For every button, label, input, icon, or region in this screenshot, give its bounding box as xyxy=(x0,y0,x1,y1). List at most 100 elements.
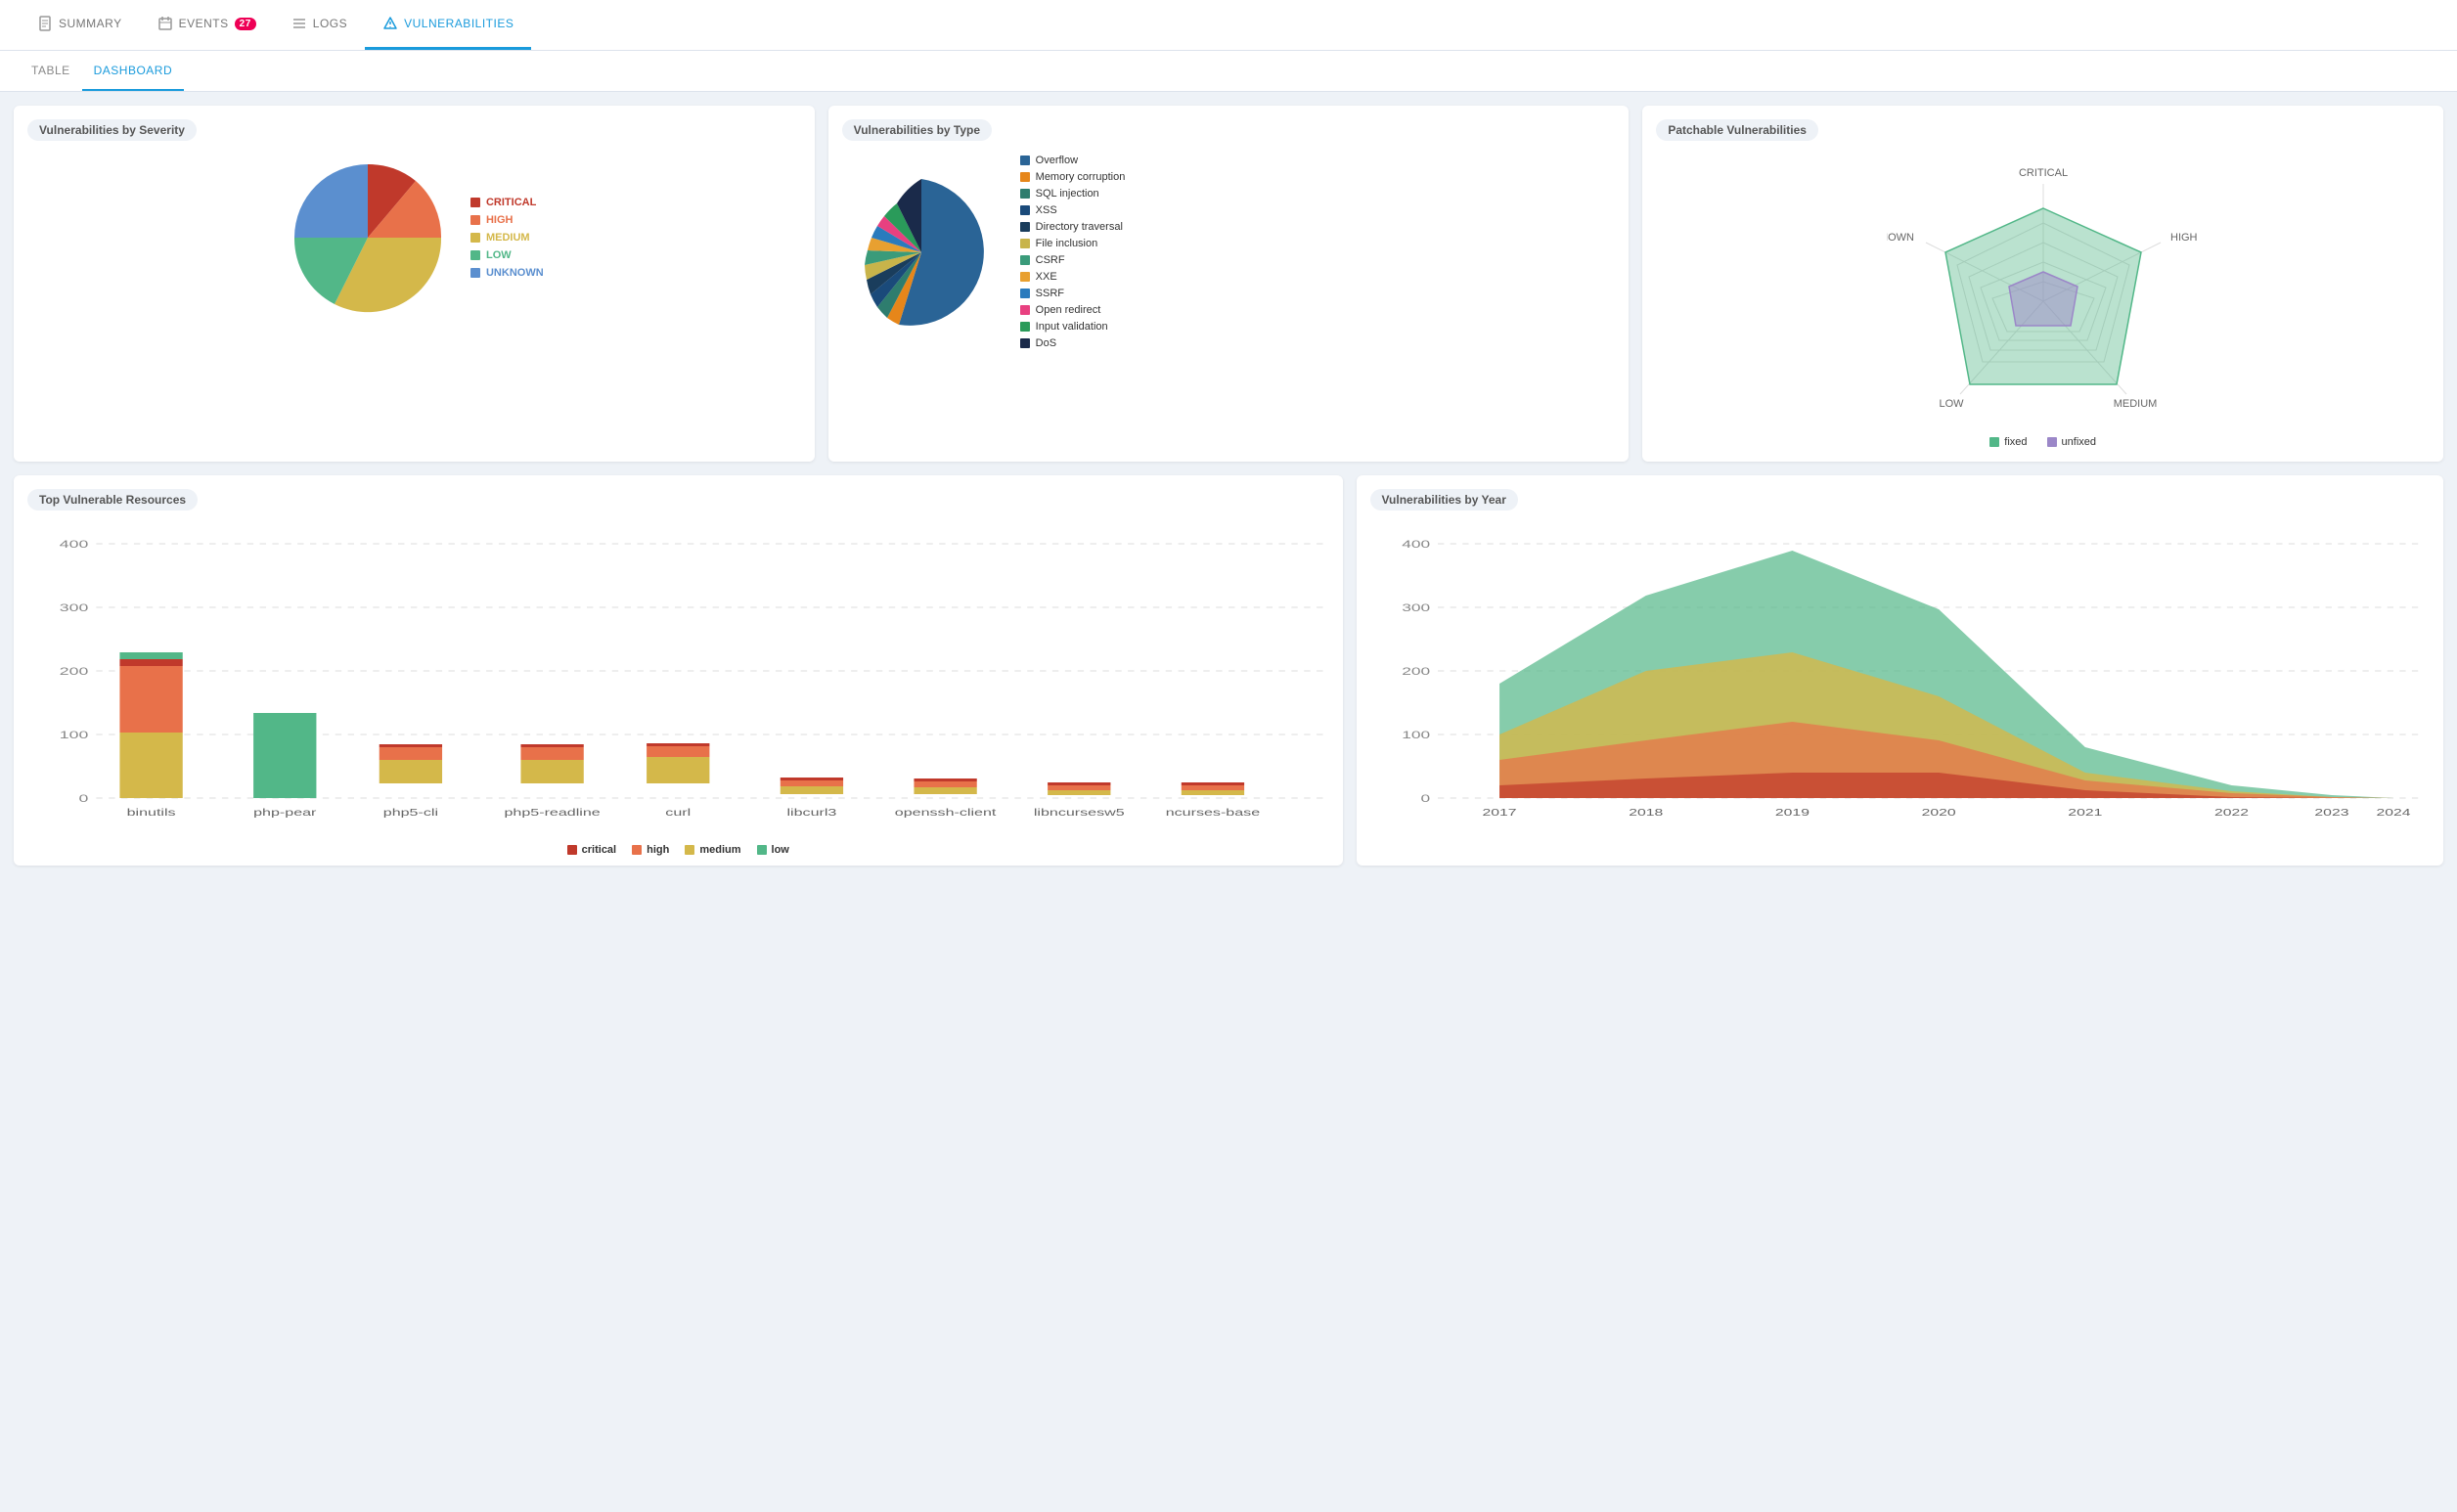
critical-bar-label: critical xyxy=(582,844,616,856)
svg-text:LOW: LOW xyxy=(1939,398,1964,410)
list-icon xyxy=(291,16,307,31)
legend-critical-bar: critical xyxy=(567,844,616,856)
svg-text:openssh-client: openssh-client xyxy=(895,807,997,818)
svg-text:2024: 2024 xyxy=(2376,807,2410,818)
bar-chart: 400 300 200 100 0 xyxy=(33,524,1323,837)
by-year-card: Vulnerabilities by Year 400 300 200 100 … xyxy=(1357,475,2444,866)
fixed-dot xyxy=(1989,437,1999,447)
bar-chart-legend: critical high medium low xyxy=(33,844,1323,856)
svg-text:300: 300 xyxy=(60,602,88,614)
ssrf-dot xyxy=(1020,289,1030,298)
patchable-title: Patchable Vulnerabilities xyxy=(1656,119,1818,141)
critical-bar-dot xyxy=(567,845,577,855)
calendar-icon xyxy=(157,16,173,31)
tab-dashboard[interactable]: DASHBOARD xyxy=(82,51,185,91)
top-charts-row: Vulnerabilities by Severity xyxy=(14,106,2443,462)
nav-vulnerabilities[interactable]: VULNERABILITIES xyxy=(365,0,531,50)
area-chart-wrapper: 400 300 200 100 0 xyxy=(1357,514,2444,850)
type-card: Vulnerabilities by Type xyxy=(828,106,1630,462)
severity-title: Vulnerabilities by Severity xyxy=(27,119,197,141)
unfixed-label: unfixed xyxy=(2062,436,2096,448)
medium-bar-dot xyxy=(685,845,694,855)
file-icon xyxy=(37,16,53,31)
critical-dot xyxy=(470,198,480,207)
svg-text:libncursesw5: libncursesw5 xyxy=(1034,807,1125,818)
xss-dot xyxy=(1020,205,1030,215)
patchable-card: Patchable Vulnerabilities xyxy=(1642,106,2443,462)
type-overflow: Overflow xyxy=(1020,155,1126,166)
radar-unfixed: unfixed xyxy=(2047,436,2096,448)
svg-text:ncurses-base: ncurses-base xyxy=(1166,807,1260,818)
ssrf-label: SSRF xyxy=(1036,288,1064,299)
svg-text:2020: 2020 xyxy=(1921,807,1955,818)
low-label: LOW xyxy=(486,249,512,261)
tab-table[interactable]: TABLE xyxy=(20,51,82,91)
type-sql: SQL injection xyxy=(1020,188,1126,200)
low-bar-dot xyxy=(757,845,767,855)
legend-medium: MEDIUM xyxy=(470,232,544,244)
bar-chart-wrapper: 400 300 200 100 0 xyxy=(14,514,1343,866)
svg-text:libcurl3: libcurl3 xyxy=(786,807,836,818)
high-dot xyxy=(470,215,480,225)
svg-text:php-pear: php-pear xyxy=(253,807,317,818)
svg-text:100: 100 xyxy=(60,730,88,741)
unfixed-dot xyxy=(2047,437,2057,447)
nav-events[interactable]: EVENTS 27 xyxy=(140,0,274,50)
type-chart-container: Overflow Memory corruption SQL injection… xyxy=(828,145,1630,369)
sub-tabs: TABLE DASHBOARD xyxy=(0,51,2457,92)
svg-text:0: 0 xyxy=(78,793,88,805)
severity-legend: CRITICAL HIGH MEDIUM LOW xyxy=(470,197,544,279)
svg-text:300: 300 xyxy=(1402,602,1430,614)
by-year-title: Vulnerabilities by Year xyxy=(1370,489,1518,511)
type-csrf: CSRF xyxy=(1020,254,1126,266)
input-label: Input validation xyxy=(1036,321,1108,333)
svg-text:400: 400 xyxy=(1402,539,1430,551)
svg-text:0: 0 xyxy=(1420,793,1430,805)
medium-label: MEDIUM xyxy=(486,232,530,244)
nav-vulnerabilities-label: VULNERABILITIES xyxy=(404,17,514,30)
svg-text:2019: 2019 xyxy=(1774,807,1809,818)
top-vulnerable-title: Top Vulnerable Resources xyxy=(27,489,198,511)
svg-text:UNKNOWN: UNKNOWN xyxy=(1887,232,1914,244)
nav-logs[interactable]: LOGS xyxy=(274,0,365,50)
csrf-label: CSRF xyxy=(1036,254,1065,266)
dos-label: DoS xyxy=(1036,337,1056,349)
legend-unknown: UNKNOWN xyxy=(470,267,544,279)
critical-label: CRITICAL xyxy=(486,197,536,208)
high-bar-label: high xyxy=(647,844,669,856)
type-memory: Memory corruption xyxy=(1020,171,1126,183)
type-ssrf: SSRF xyxy=(1020,288,1126,299)
type-dos: DoS xyxy=(1020,337,1126,349)
xxe-dot xyxy=(1020,272,1030,282)
svg-text:php5-cli: php5-cli xyxy=(383,807,438,818)
csrf-dot xyxy=(1020,255,1030,265)
severity-card: Vulnerabilities by Severity xyxy=(14,106,815,462)
dir-dot xyxy=(1020,222,1030,232)
input-dot xyxy=(1020,322,1030,332)
fixed-label: fixed xyxy=(2004,436,2027,448)
legend-high-bar: high xyxy=(632,844,669,856)
legend-medium-bar: medium xyxy=(685,844,740,856)
svg-text:200: 200 xyxy=(60,666,88,678)
nav-events-label: EVENTS xyxy=(179,17,229,30)
unknown-label: UNKNOWN xyxy=(486,267,544,279)
dir-label: Directory traversal xyxy=(1036,221,1123,233)
svg-text:2018: 2018 xyxy=(1629,807,1663,818)
nav-summary[interactable]: SUMMARY xyxy=(20,0,140,50)
svg-text:2022: 2022 xyxy=(2214,807,2249,818)
bottom-charts-row: Top Vulnerable Resources 400 300 200 100… xyxy=(14,475,2443,866)
memory-dot xyxy=(1020,172,1030,182)
redirect-dot xyxy=(1020,305,1030,315)
legend-critical: CRITICAL xyxy=(470,197,544,208)
low-bar-label: low xyxy=(772,844,789,856)
overflow-label: Overflow xyxy=(1036,155,1078,166)
type-legend: Overflow Memory corruption SQL injection… xyxy=(1020,155,1126,349)
radar-container: CRITICAL HIGH MEDIUM LOW UNKNOWN fixed u… xyxy=(1642,145,2443,462)
warning-icon xyxy=(382,16,398,31)
type-redirect: Open redirect xyxy=(1020,304,1126,316)
legend-low-bar: low xyxy=(757,844,789,856)
svg-text:2021: 2021 xyxy=(2068,807,2102,818)
nav-summary-label: SUMMARY xyxy=(59,17,122,30)
high-label: HIGH xyxy=(486,214,514,226)
type-xss: XSS xyxy=(1020,204,1126,216)
